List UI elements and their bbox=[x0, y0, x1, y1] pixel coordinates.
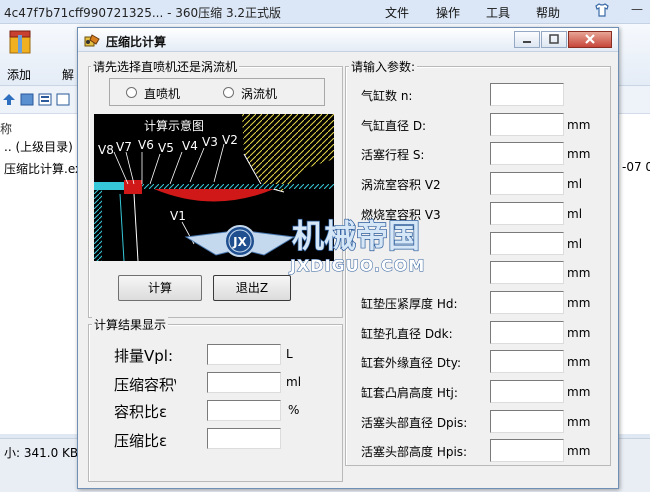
param-label: 活塞头部高度 Hpis: bbox=[361, 445, 468, 459]
close-button[interactable] bbox=[568, 31, 612, 48]
dialog-title: 压缩比计算 bbox=[106, 35, 167, 49]
param-label: 缸垫压紧厚度 Hd: bbox=[361, 297, 458, 311]
result-displacement-label: 排量Vpl: bbox=[114, 347, 174, 365]
background-titlebar: 4c47f7b71cff990721325... - 360压缩 3.2正式版 … bbox=[0, 0, 650, 24]
param-label: 缸套外缘直径 Dty: bbox=[361, 356, 462, 370]
param-input-field[interactable] bbox=[490, 321, 564, 344]
label-v7: V7 bbox=[116, 140, 132, 154]
param-unit: mm bbox=[567, 147, 591, 161]
label-v4: V4 bbox=[182, 139, 198, 153]
param-label: 活塞头部直径 Dpis: bbox=[361, 416, 468, 430]
mode-radio-group: 直喷机 涡流机 bbox=[109, 78, 325, 106]
radio-swirl-chamber[interactable] bbox=[223, 87, 234, 98]
background-window-title: 4c47f7b71cff990721325... - 360压缩 3.2正式版 bbox=[4, 6, 282, 20]
label-v2: V2 bbox=[222, 133, 238, 147]
mode-group-title: 请先选择直喷机还是涡流机 bbox=[91, 58, 240, 75]
diagram-caption: 计算示意图 bbox=[144, 118, 204, 133]
results-group-title: 计算结果显示 bbox=[92, 316, 169, 333]
result-displacement-field[interactable] bbox=[207, 344, 281, 365]
param-input-field[interactable] bbox=[490, 202, 564, 225]
result-volume-ratio-label: 容积比ε bbox=[114, 403, 168, 421]
calculate-button[interactable]: 计算 bbox=[118, 275, 202, 301]
param-unit: mm bbox=[567, 326, 591, 340]
label-v3: V3 bbox=[202, 135, 218, 149]
label-v5: V5 bbox=[158, 141, 174, 155]
jxdiguo-watermark: JX 机械帝国 JXDIGUO.COM bbox=[184, 216, 425, 276]
watermark-badge: JX bbox=[232, 235, 247, 249]
result-compression-volume-unit: ml bbox=[286, 375, 302, 389]
menu-operate[interactable]: 操作 bbox=[436, 4, 460, 21]
param-label: 涡流室容积 V2 bbox=[361, 178, 441, 192]
param-input-field[interactable] bbox=[490, 113, 564, 136]
column-name-header[interactable]: 称 bbox=[0, 120, 12, 137]
result-volume-ratio-field[interactable] bbox=[207, 400, 281, 421]
result-compression-volume-field[interactable] bbox=[207, 372, 281, 393]
param-label: 缸垫孔直径 Ddk: bbox=[361, 327, 453, 341]
maximize-icon bbox=[549, 34, 559, 44]
param-input-field[interactable] bbox=[490, 232, 564, 255]
param-input-field[interactable] bbox=[490, 172, 564, 195]
menu-tools[interactable]: 工具 bbox=[486, 4, 510, 21]
close-icon bbox=[585, 34, 595, 44]
menu-file[interactable]: 文件 bbox=[385, 4, 409, 21]
param-unit: mm bbox=[567, 355, 591, 369]
param-input-field[interactable] bbox=[490, 439, 564, 462]
list-item-file-date: -07 0 bbox=[622, 160, 650, 174]
maximize-button[interactable] bbox=[541, 31, 567, 48]
archive-add-icon[interactable] bbox=[8, 29, 32, 55]
param-unit: ml bbox=[567, 177, 583, 191]
result-compression-volume-label: 压缩容积\ bbox=[114, 376, 176, 394]
param-unit: mm bbox=[567, 118, 591, 132]
result-compression-ratio-field[interactable] bbox=[207, 428, 281, 449]
label-v6: V6 bbox=[138, 138, 154, 152]
radio-direct-injection-label[interactable]: 直喷机 bbox=[144, 85, 180, 102]
view-icon[interactable] bbox=[20, 93, 34, 106]
param-input-field[interactable] bbox=[490, 380, 564, 403]
param-label: 气缸数 n: bbox=[361, 89, 413, 103]
up-arrow-icon[interactable] bbox=[2, 93, 16, 106]
param-input-field[interactable] bbox=[490, 261, 564, 284]
param-label: 气缸直径 D: bbox=[361, 119, 427, 133]
menu-help[interactable]: 帮助 bbox=[536, 4, 560, 21]
result-volume-ratio-unit: % bbox=[288, 403, 300, 417]
param-input-field[interactable] bbox=[490, 291, 564, 314]
param-input-field[interactable] bbox=[490, 410, 564, 433]
exit-button[interactable]: 退出Z bbox=[213, 275, 291, 301]
radio-swirl-chamber-label[interactable]: 涡流机 bbox=[241, 85, 277, 102]
background-minimize-button[interactable]: — bbox=[627, 2, 647, 20]
label-v8: V8 bbox=[98, 143, 114, 157]
param-label: 缸套凸肩高度 Htj: bbox=[361, 386, 458, 400]
result-compression-ratio-label: 压缩比ε bbox=[114, 432, 168, 450]
list-view-icon[interactable] bbox=[38, 93, 52, 106]
watermark-text: 机械帝国 bbox=[292, 217, 420, 255]
list-item-parent-dir[interactable]: .. (上级目录) bbox=[4, 138, 73, 155]
dialog-titlebar[interactable]: 压缩比计算 bbox=[78, 28, 618, 52]
params-group-title: 请输入参数: bbox=[349, 58, 418, 75]
radio-direct-injection[interactable] bbox=[126, 87, 137, 98]
param-unit: mm bbox=[567, 444, 591, 458]
param-unit: mm bbox=[567, 385, 591, 399]
toolbar-add-label[interactable]: 添加 bbox=[7, 66, 31, 83]
param-unit: ml bbox=[567, 207, 583, 221]
result-displacement-unit: L bbox=[286, 347, 293, 361]
param-unit: ml bbox=[567, 237, 583, 251]
minimize-button[interactable] bbox=[514, 31, 540, 48]
minimize-icon bbox=[523, 41, 531, 43]
calculator-app-icon bbox=[84, 34, 100, 47]
param-unit: mm bbox=[567, 415, 591, 429]
param-label: 活塞行程 S: bbox=[361, 148, 425, 162]
tshirt-skin-icon[interactable] bbox=[594, 2, 610, 18]
detail-view-icon[interactable] bbox=[56, 93, 70, 106]
param-input-field[interactable] bbox=[490, 142, 564, 165]
param-input-field[interactable] bbox=[490, 350, 564, 373]
toolbar-extract-label[interactable]: 解 bbox=[62, 66, 74, 83]
param-unit: mm bbox=[567, 266, 591, 280]
watermark-sub: JXDIGUO.COM bbox=[289, 256, 425, 275]
param-input-field[interactable] bbox=[490, 83, 564, 106]
param-unit: mm bbox=[567, 296, 591, 310]
